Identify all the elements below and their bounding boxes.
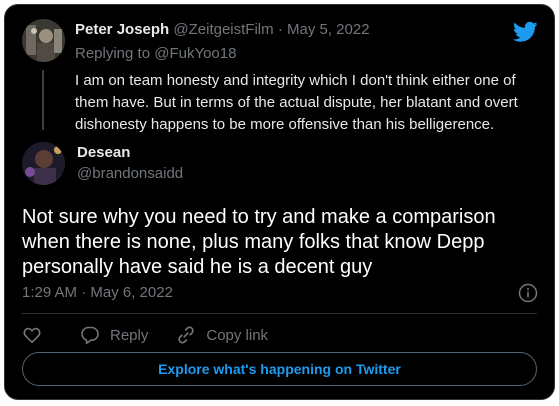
parent-tweet-text: I am on team honesty and integrity which… xyxy=(75,72,518,133)
info-icon[interactable] xyxy=(518,283,538,303)
link-icon xyxy=(178,326,195,344)
explore-twitter-button[interactable]: Explore what's happening on Twitter xyxy=(22,352,537,386)
replying-to-handle[interactable]: @FukYoo18 xyxy=(154,45,236,62)
actions-divider xyxy=(22,313,537,314)
reply-icon xyxy=(81,326,99,344)
author-avatar[interactable] xyxy=(22,142,65,185)
tweet-header: Desean @brandonsaidd xyxy=(77,143,183,184)
copy-link-button[interactable]: Copy link xyxy=(176,325,268,345)
tweet-timestamp[interactable]: 1:29 AM · May 6, 2022 xyxy=(22,283,173,303)
replying-to-prefix: Replying to xyxy=(75,45,151,62)
author-name[interactable]: Desean xyxy=(77,144,130,161)
parent-author-handle[interactable]: @ZeitgeistFilm xyxy=(173,21,273,38)
thread-connector-line xyxy=(42,70,44,130)
copy-link-label: Copy link xyxy=(206,326,269,344)
parent-author-avatar[interactable] xyxy=(22,19,65,62)
dot-separator: · xyxy=(277,21,283,38)
author-handle[interactable]: @brandonsaidd xyxy=(77,164,183,184)
embedded-tweet-card: Peter Joseph @ZeitgeistFilm · May 5, 202… xyxy=(4,4,555,400)
parent-tweet-date[interactable]: May 5, 2022 xyxy=(287,21,370,38)
parent-author-name[interactable]: Peter Joseph xyxy=(75,21,169,38)
like-button[interactable] xyxy=(22,325,52,345)
replying-to-line: Replying to @FukYoo18 xyxy=(75,44,236,64)
reply-label: Reply xyxy=(110,326,149,344)
parent-tweet-header: Peter Joseph @ZeitgeistFilm · May 5, 202… xyxy=(75,20,514,40)
reply-button[interactable]: Reply xyxy=(80,325,148,345)
twitter-logo-icon[interactable] xyxy=(513,21,538,43)
tweet-actions-bar: Reply Copy link xyxy=(22,323,296,347)
heart-icon xyxy=(23,327,41,344)
tweet-text: Not sure why you need to try and make a … xyxy=(22,206,496,278)
